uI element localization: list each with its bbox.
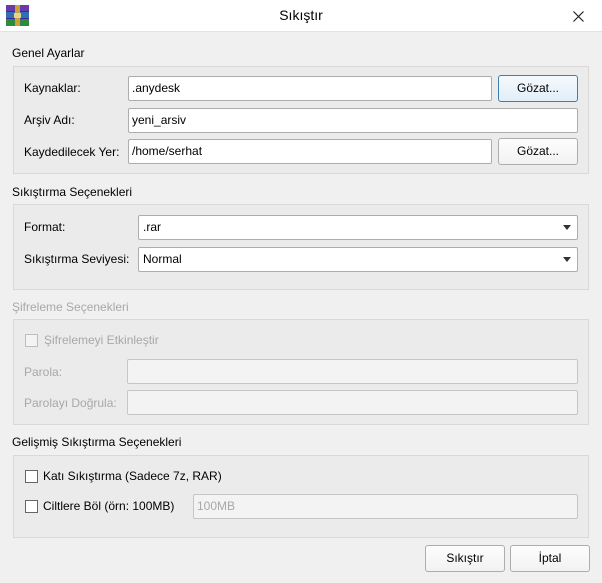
archive-name-label: Arşiv Adı:	[24, 113, 75, 127]
save-location-input[interactable]: /home/serhat	[128, 139, 492, 164]
format-label: Format:	[24, 220, 66, 234]
sources-input[interactable]: .anydesk	[128, 76, 492, 101]
enable-encryption-label: Şifrelemeyi Etkinleştir	[44, 333, 159, 347]
compression-level-label: Sıkıştırma Seviyesi:	[24, 252, 130, 266]
cancel-button[interactable]: İptal	[510, 545, 590, 572]
confirm-password-input[interactable]	[127, 390, 578, 415]
encryption-section-title: Şifreleme Seçenekleri	[12, 300, 129, 314]
password-input[interactable]	[127, 359, 578, 384]
close-button[interactable]	[565, 5, 591, 27]
compress-button[interactable]: Sıkıştır	[425, 545, 505, 572]
solid-compression-checkbox[interactable]	[25, 470, 38, 483]
close-icon	[573, 11, 584, 22]
solid-compression-label: Katı Sıkıştırma (Sadece 7z, RAR)	[43, 469, 222, 483]
compression-section-title: Sıkıştırma Seçenekleri	[12, 185, 133, 199]
general-section-title: Genel Ayarlar	[12, 46, 85, 60]
browse-sources-button[interactable]: Gözat...	[498, 75, 578, 102]
confirm-password-label: Parolayı Doğrula:	[24, 396, 117, 410]
split-volumes-checkbox[interactable]	[25, 500, 38, 513]
sources-label: Kaynaklar:	[24, 81, 81, 95]
compression-level-value: Normal	[143, 252, 182, 266]
split-size-input[interactable]: 100MB	[193, 494, 578, 519]
format-select-value: .rar	[143, 220, 161, 234]
title-bar: Sıkıştır	[0, 0, 602, 32]
enable-encryption-checkbox[interactable]	[25, 334, 38, 347]
advanced-section-title: Gelişmiş Sıkıştırma Seçenekleri	[12, 435, 182, 449]
save-location-label: Kaydedilecek Yer:	[24, 145, 120, 159]
password-label: Parola:	[24, 365, 63, 379]
chevron-down-icon	[563, 257, 571, 262]
archive-name-input[interactable]: yeni_arsiv	[128, 108, 578, 133]
compression-level-select[interactable]: Normal	[138, 247, 578, 272]
format-select[interactable]: .rar	[138, 215, 578, 240]
chevron-down-icon	[563, 225, 571, 230]
split-volumes-label: Ciltlere Böl (örn: 100MB)	[43, 499, 175, 513]
window-title: Sıkıştır	[279, 7, 323, 23]
browse-save-location-button[interactable]: Gözat...	[498, 138, 578, 165]
